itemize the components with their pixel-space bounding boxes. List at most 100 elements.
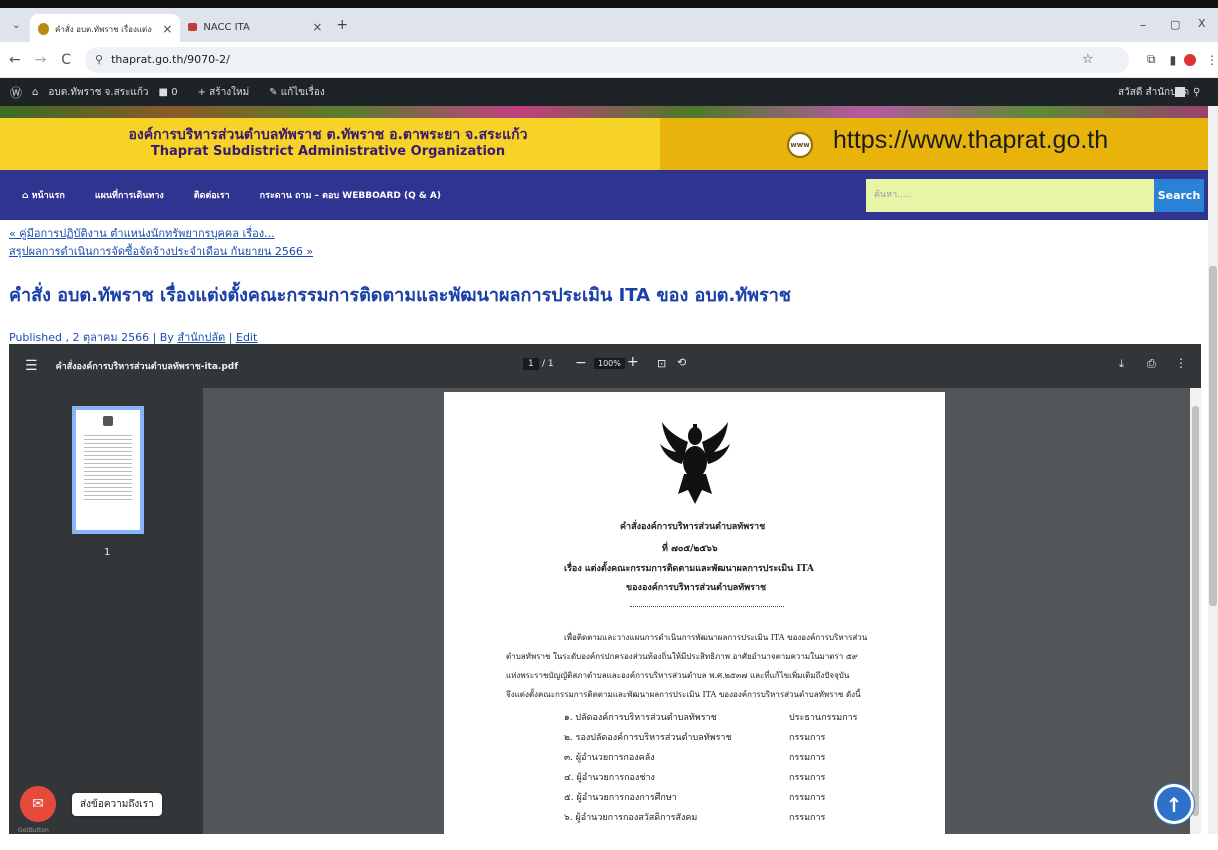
member-role: ประธานกรรมการ [789, 713, 858, 723]
browser-menu-icon[interactable]: ⋮ [1206, 53, 1218, 67]
tab-title: คำสั่ง อบต.ทัพราช เรื่องแต่งตั้งคณะก [55, 24, 152, 34]
close-window-button[interactable]: X [1198, 17, 1206, 30]
thumbnail-page-label: 1 [104, 547, 111, 558]
status-strip [0, 834, 1218, 850]
pdf-menu-icon[interactable]: ☰ [25, 358, 38, 374]
page-thumbnail[interactable] [72, 406, 144, 534]
member-role: กรรมการ [789, 753, 826, 763]
doc-subject-line2: ขององค์การบริหารส่วนตำบลทัพราช [626, 583, 767, 593]
pdf-scrollbar[interactable] [1190, 388, 1201, 834]
pdf-filename: คำสั่งองค์การบริหารส่วนตำบลทัพราช-ita.pd… [55, 362, 239, 372]
reload-icon[interactable]: C [55, 52, 77, 68]
nav-home-label: หน้าแรก [31, 191, 65, 201]
wordpress-logo-icon[interactable]: Ⓦ [10, 84, 22, 101]
rotate-icon[interactable]: ⟲ [677, 356, 686, 369]
window-top-edge [0, 0, 1218, 8]
pdf-toolbar: ☰ คำสั่งองค์การบริหารส่วนตำบลทัพราช-ita.… [9, 344, 1201, 388]
nav-webboard[interactable]: กระดาน ถาม – ตอบ WEBBOARD (Q & A) [260, 188, 441, 202]
forward-arrow-icon[interactable]: → [30, 52, 52, 68]
comments-icon[interactable]: ■ 0 [159, 87, 188, 98]
fit-page-icon[interactable]: ⊡ [657, 357, 666, 370]
zoom-out-button[interactable]: − [575, 355, 587, 371]
print-icon[interactable]: ⎙ [1147, 357, 1156, 371]
comments-count: 0 [171, 86, 178, 98]
banner-photo-strip [0, 106, 1210, 118]
doc-heading: คำสั่งองค์การบริหารส่วนตำบลทัพราช [620, 522, 766, 532]
tab-active[interactable]: คำสั่ง อบต.ทัพราช เรื่องแต่งตั้งคณะก × [30, 14, 181, 44]
post-title: คำสั่ง อบต.ทัพราช เรื่องแต่งตั้งคณะกรรมก… [9, 285, 792, 306]
new-content-button[interactable]: + สร้างใหม่ [198, 85, 260, 100]
tab-strip: ⌄ คำสั่ง อบต.ทัพราช เรื่องแต่งตั้งคณะก ×… [0, 8, 1218, 44]
nav-home[interactable]: ⌂ หน้าแรก [22, 188, 65, 202]
member-role: กรรมการ [789, 733, 826, 743]
doc-paragraph-1: เพื่อติดตามและวางแผนการดำเนินการพัฒนาผลก… [564, 633, 868, 642]
back-arrow-icon[interactable]: ← [4, 52, 26, 68]
minimize-button[interactable]: – [1140, 18, 1146, 32]
page-scroll-thumb[interactable] [1209, 266, 1217, 606]
address-bar[interactable]: ⚲ thaprat.go.th/9070-2/ ☆ [85, 46, 1130, 73]
doc-paragraph-2: ตำบลทัพราช ในระดับองค์กรปกครองส่วนท้องถิ… [506, 652, 858, 661]
search-button[interactable]: Search [1154, 179, 1204, 212]
nav-map[interactable]: แผนที่การเดินทาง [95, 188, 164, 202]
site-info-icon[interactable]: ⚲ [95, 53, 103, 66]
doc-subject: เรื่อง แต่งตั้งคณะกรรมการติดตามและพัฒนาผ… [564, 564, 814, 574]
page-scrollbar[interactable] [1208, 106, 1218, 834]
pdf-page: คำสั่งองค์การบริหารส่วนตำบลทัพราช ที่ ๗๐… [444, 392, 945, 834]
scroll-to-top-button[interactable]: ↑ [1154, 784, 1194, 824]
wp-site-name[interactable]: อบต.ทัพราช จ.สระแก้ว [48, 85, 148, 100]
doc-paragraph-3: แห่งพระราชบัญญัติสภาตำบลและองค์การบริหาร… [506, 671, 850, 680]
doc-paragraph-4: จึงแต่งตั้งคณะกรรมการติดตามและพัฒนาผลการ… [506, 690, 861, 699]
nacc-favicon-icon [188, 23, 198, 31]
wp-user-avatar[interactable] [1175, 87, 1185, 97]
next-post-link[interactable]: สรุปผลการดำเนินการจัดซื้อจัดจ้างประจำเดื… [9, 242, 313, 260]
member-role: กรรมการ [789, 773, 826, 783]
member-name: ๒. รองปลัดองค์การบริหารส่วนตำบลทัพราช [564, 733, 732, 743]
www-globe-icon: www [787, 132, 813, 158]
new-tab-button[interactable]: + [336, 17, 348, 33]
close-tab-icon[interactable]: × [312, 20, 322, 34]
member-name: ๔. ผู้อำนวยการกองช่าง [564, 773, 655, 783]
search-icon[interactable]: ⚲ [1193, 87, 1200, 98]
member-role: กรรมการ [789, 813, 826, 823]
extensions-icon[interactable]: ⧉ [1147, 52, 1156, 67]
member-name: ๓. ผู้อำนวยการกองคลัง [564, 753, 655, 763]
site-favicon-icon [38, 23, 49, 35]
meta-separator: | [225, 331, 236, 344]
tab-nacc[interactable]: NACC ITA × [180, 14, 330, 40]
close-tab-icon[interactable]: × [162, 22, 172, 36]
download-icon[interactable]: ⤓ [1119, 357, 1124, 371]
member-name: ๑. ปลัดองค์การบริหารส่วนตำบลทัพราช [564, 713, 717, 723]
member-name: ๖. ผู้อำนวยการกองสวัสดิการสังคม [564, 813, 698, 823]
chat-tooltip: ส่งข้อความถึงเรา [72, 793, 162, 816]
new-label: สร้างใหม่ [209, 86, 250, 98]
garuda-emblem-icon [660, 422, 730, 504]
bookmark-star-icon[interactable]: ☆ [1082, 52, 1094, 67]
doc-divider [630, 606, 784, 607]
author-link[interactable]: สำนักปลัด [177, 331, 225, 344]
maximize-button[interactable]: ▢ [1170, 18, 1180, 31]
org-name-thai: องค์การบริหารส่วนตำบลทัพราช ต.ทัพราช อ.ต… [128, 127, 528, 143]
published-text: Published , 2 ตุลาคม 2566 | By [9, 331, 178, 344]
edit-link[interactable]: Edit [236, 331, 257, 344]
site-search-input[interactable]: ค้นหา..... [866, 179, 1154, 212]
zoom-in-button[interactable]: + [627, 354, 639, 370]
member-name: ๕. ผู้อำนวยการกองการศึกษา [564, 793, 677, 803]
page-number-input[interactable]: 1 [523, 358, 539, 370]
getbutton-brand[interactable]: GetButton [18, 827, 49, 834]
edit-label: แก้ไขเรื่อง [280, 86, 325, 98]
pdf-more-icon[interactable]: ⋮ [1175, 356, 1187, 370]
tab-list-chevron-icon[interactable]: ⌄ [12, 20, 20, 31]
page-total: / 1 [542, 359, 554, 369]
nav-contact[interactable]: ติดต่อเรา [194, 188, 230, 202]
zoom-level-input[interactable]: 100% [594, 358, 625, 369]
address-bar-row: ← → C ⚲ thaprat.go.th/9070-2/ ☆ ⧉ ▮ ⋮ [0, 42, 1218, 78]
member-role: กรรมการ [789, 793, 826, 803]
chat-bubble-icon[interactable]: ✉ [20, 786, 56, 822]
prev-post-link[interactable]: « คู่มือการปฏิบัติงาน ตำแหน่งนักทรัพยากร… [9, 224, 275, 242]
sidebar-icon[interactable]: ▮ [1170, 53, 1177, 67]
profile-avatar[interactable] [1184, 53, 1197, 66]
pdf-scroll-thumb[interactable] [1192, 406, 1199, 816]
thumb-lines [84, 432, 132, 502]
edit-post-button[interactable]: ✎ แก้ไขเรื่อง [269, 85, 335, 100]
thumb-emblem-icon [103, 416, 113, 426]
